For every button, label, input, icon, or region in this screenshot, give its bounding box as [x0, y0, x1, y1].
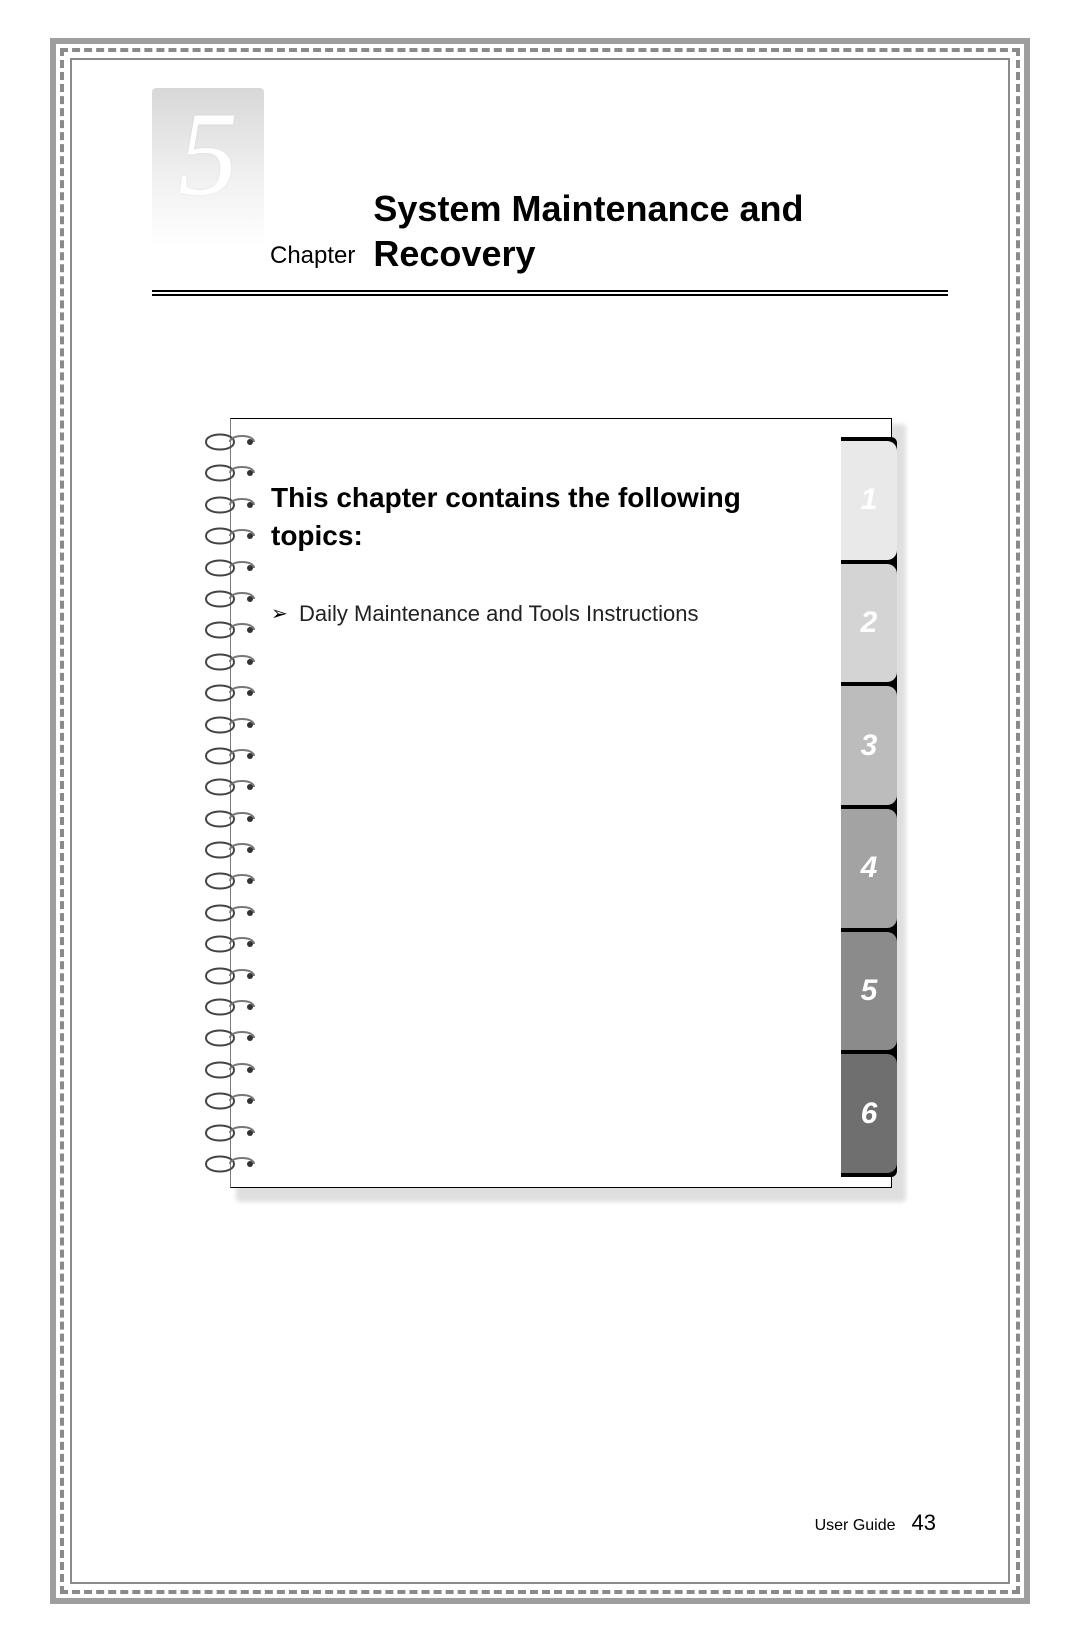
spiral-ring-icon — [200, 461, 260, 485]
page-footer: User Guide 43 — [815, 1510, 936, 1536]
spiral-ring-icon — [200, 650, 260, 674]
spiral-ring-icon — [200, 1121, 260, 1145]
topics-list: Daily Maintenance and Tools Instructions — [271, 601, 775, 627]
footer-label: User Guide — [815, 1517, 896, 1535]
spiral-ring-icon — [200, 1089, 260, 1113]
spiral-ring-icon — [200, 587, 260, 611]
index-tabs: 123456 — [841, 437, 897, 1177]
spiral-ring-icon — [200, 932, 260, 956]
spiral-ring-icon — [200, 964, 260, 988]
footer-page-number: 43 — [912, 1510, 936, 1536]
topic-item: Daily Maintenance and Tools Instructions — [271, 601, 775, 627]
page-inner-border: 5 Chapter System Maintenance and Recover… — [70, 58, 1010, 1584]
spiral-ring-icon — [200, 493, 260, 517]
spiral-ring-icon — [200, 713, 260, 737]
topics-notebook: 123456 This chapter contains the followi… — [182, 418, 892, 1188]
notebook-content: This chapter contains the following topi… — [271, 479, 775, 641]
index-tab: 2 — [841, 564, 897, 683]
spiral-ring-icon — [200, 1026, 260, 1050]
spiral-ring-icon — [200, 618, 260, 642]
spiral-ring-icon — [200, 807, 260, 831]
spiral-binding — [200, 430, 260, 1176]
spiral-ring-icon — [200, 556, 260, 580]
chapter-number: 5 — [178, 88, 238, 214]
notebook-page: 123456 This chapter contains the followi… — [230, 418, 892, 1188]
index-tab: 3 — [841, 686, 897, 805]
page-dashed-border: 5 Chapter System Maintenance and Recover… — [60, 48, 1020, 1594]
chapter-label: Chapter — [270, 242, 355, 276]
spiral-ring-icon — [200, 524, 260, 548]
spiral-ring-icon — [200, 430, 260, 454]
index-tab: 5 — [841, 932, 897, 1051]
topics-heading: This chapter contains the following topi… — [271, 479, 775, 555]
spiral-ring-icon — [200, 838, 260, 862]
spiral-ring-icon — [200, 681, 260, 705]
spiral-ring-icon — [200, 775, 260, 799]
spiral-ring-icon — [200, 744, 260, 768]
index-tab: 6 — [841, 1054, 897, 1173]
spiral-ring-icon — [200, 869, 260, 893]
spiral-ring-icon — [200, 1058, 260, 1082]
spiral-ring-icon — [200, 1152, 260, 1176]
chapter-header: 5 Chapter System Maintenance and Recover… — [152, 130, 948, 296]
index-tab: 4 — [841, 809, 897, 928]
spiral-ring-icon — [200, 995, 260, 1019]
chapter-title: System Maintenance and Recovery — [373, 186, 948, 276]
spiral-ring-icon — [200, 901, 260, 925]
page-outer-border: 5 Chapter System Maintenance and Recover… — [50, 38, 1030, 1604]
chapter-number-badge: 5 — [152, 88, 264, 248]
index-tab: 1 — [841, 441, 897, 560]
